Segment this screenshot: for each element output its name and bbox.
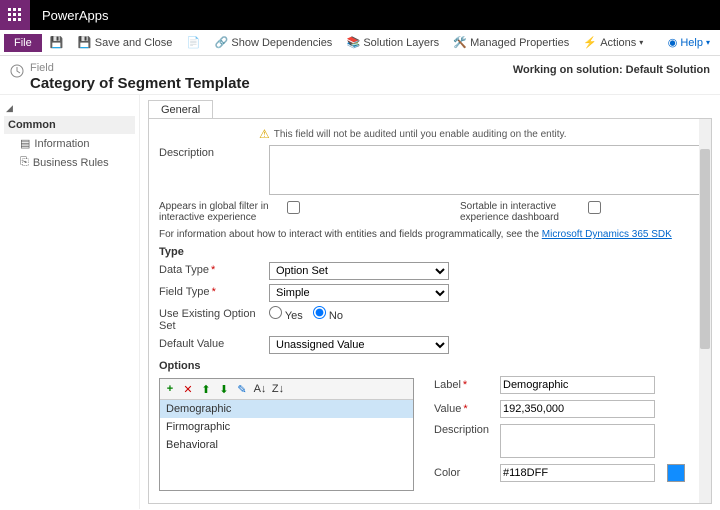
managed-icon: 🛠️ (453, 36, 467, 50)
brand-label: PowerApps (30, 8, 108, 23)
rules-icon: ⎘ (20, 156, 29, 169)
help-link[interactable]: ◉Help ▾ (668, 36, 716, 49)
actions-menu-button[interactable]: ⚡Actions ▾ (577, 34, 649, 52)
option-value-label: Value (434, 403, 494, 415)
page-title: Category of Segment Template (30, 75, 250, 92)
option-desc-label: Description (434, 424, 494, 436)
option-add-icon[interactable]: + (163, 382, 177, 396)
form-icon: ▤ (20, 137, 30, 150)
option-color-label: Color (434, 467, 494, 479)
option-item[interactable]: Demographic (160, 400, 413, 418)
managed-label: Managed Properties (470, 37, 569, 49)
breadcrumb: Field (30, 62, 250, 74)
actions-label: Actions (600, 37, 636, 49)
option-label-input[interactable] (500, 376, 655, 394)
audit-warning-text: This field will not be audited until you… (274, 129, 567, 140)
show-dependencies-button[interactable]: 🔗Show Dependencies (208, 34, 338, 52)
sidebar-collapse-icon[interactable]: ◢ (4, 101, 135, 116)
option-sortaz-icon[interactable]: A↓ (253, 382, 267, 396)
global-filter-checkbox[interactable] (287, 201, 300, 214)
solution-layers-button[interactable]: 📚Solution Layers (340, 34, 445, 52)
use-existing-no[interactable]: No (313, 306, 343, 322)
scrollbar[interactable] (699, 119, 711, 503)
sortable-checkbox[interactable] (588, 201, 601, 214)
sidebar-item-business-rules[interactable]: ⎘Business Rules (4, 153, 135, 172)
app-launcher-icon[interactable] (0, 0, 30, 30)
options-section-header: Options (159, 360, 701, 372)
option-edit-icon[interactable]: ✎ (235, 382, 249, 396)
data-type-label: Data Type (159, 262, 269, 276)
options-list-panel: + ✕ ⬆ ⬇ ✎ A↓ Z↓ Demographic Firmographic… (159, 378, 414, 491)
layers-label: Solution Layers (363, 37, 439, 49)
option-desc-input[interactable] (500, 424, 655, 458)
save-close-icon: 💾 (78, 36, 92, 50)
option-color-input[interactable] (500, 464, 655, 482)
use-existing-yes[interactable]: Yes (269, 306, 303, 322)
option-down-icon[interactable]: ⬇ (217, 382, 231, 396)
option-item[interactable]: Firmographic (160, 418, 413, 436)
tab-general[interactable]: General (148, 100, 213, 119)
option-up-icon[interactable]: ⬆ (199, 382, 213, 396)
history-icon (10, 64, 24, 78)
option-item[interactable]: Behavioral (160, 436, 413, 454)
default-value-select[interactable]: Unassigned Value (269, 336, 449, 354)
info-text: For information about how to interact wi… (159, 229, 542, 240)
help-label: Help (680, 37, 703, 49)
global-filter-label: Appears in global filter in interactive … (159, 201, 279, 223)
sdk-link[interactable]: Microsoft Dynamics 365 SDK (542, 229, 672, 240)
actions-icon: ⚡ (583, 36, 597, 50)
dependencies-icon: 🔗 (214, 36, 228, 50)
option-delete-icon[interactable]: ✕ (181, 382, 195, 396)
default-value-label: Default Value (159, 336, 269, 350)
option-sortza-icon[interactable]: Z↓ (271, 382, 285, 396)
field-type-label: Field Type (159, 284, 269, 298)
save-close-button[interactable]: 💾Save and Close (72, 34, 179, 52)
managed-properties-button[interactable]: 🛠️Managed Properties (447, 34, 575, 52)
save-icon: 💾 (50, 36, 64, 50)
option-value-input[interactable] (500, 400, 655, 418)
field-type-select[interactable]: Simple (269, 284, 449, 302)
use-existing-label: Use Existing Option Set (159, 306, 269, 332)
save-close-label: Save and Close (95, 37, 173, 49)
data-type-select[interactable]: Option Set (269, 262, 449, 280)
file-menu-button[interactable]: File (4, 34, 42, 52)
sortable-label: Sortable in interactive experience dashb… (460, 201, 580, 223)
color-swatch[interactable] (667, 464, 685, 482)
description-label: Description (159, 145, 269, 159)
duplicate-icon: 📄 (186, 36, 200, 50)
option-label-label: Label (434, 379, 494, 391)
chevron-down-icon: ▾ (639, 38, 643, 47)
deps-label: Show Dependencies (231, 37, 332, 49)
description-input[interactable] (269, 145, 701, 195)
type-section-header: Type (159, 246, 701, 258)
warning-icon: ⚠ (259, 127, 270, 141)
chevron-down-icon: ▾ (706, 38, 710, 47)
sidebar-header-common: Common (4, 116, 135, 134)
help-icon: ◉ (668, 36, 678, 49)
solution-context-label: Working on solution: Default Solution (513, 62, 710, 76)
duplicate-button[interactable]: 📄 (180, 34, 206, 52)
sidebar-item-information[interactable]: ▤Information (4, 134, 135, 153)
save-button[interactable]: 💾 (44, 34, 70, 52)
layers-icon: 📚 (346, 36, 360, 50)
